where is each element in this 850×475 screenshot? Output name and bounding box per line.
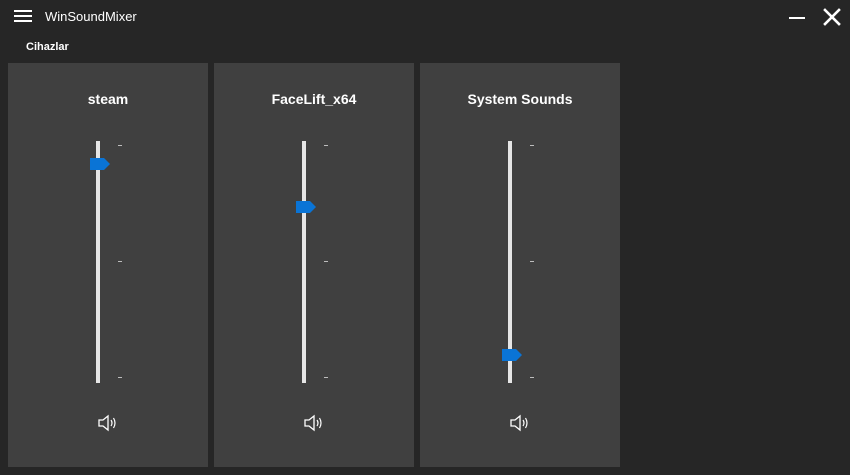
slider-tick (118, 261, 122, 262)
speaker-icon[interactable] (302, 413, 326, 433)
volume-slider[interactable] (500, 141, 540, 383)
close-icon[interactable] (820, 5, 844, 29)
devices-label: Cihazlar (26, 41, 69, 53)
slider-thumb[interactable] (296, 200, 316, 214)
channel-name: System Sounds (467, 91, 573, 107)
channel-panel-system-sounds: System Sounds (420, 63, 620, 467)
minimize-icon[interactable] (785, 5, 809, 29)
slider-track (302, 141, 306, 383)
slider-tick (118, 377, 122, 378)
slider-thumb[interactable] (502, 348, 522, 361)
slider-track (508, 141, 512, 383)
volume-slider[interactable] (294, 141, 334, 383)
slider-tick (530, 145, 534, 146)
slider-thumb[interactable] (90, 157, 110, 170)
channel-name: steam (87, 91, 129, 107)
slider-tick (530, 261, 534, 262)
channel-name: FaceLift_x64 (271, 91, 357, 107)
volume-slider[interactable] (88, 141, 128, 383)
slider-tick (118, 145, 122, 146)
app-title: WinSoundMixer (45, 9, 137, 24)
slider-track (96, 141, 100, 383)
slider-tick (324, 145, 328, 146)
channel-panel-facelift: FaceLift_x64 (214, 63, 414, 467)
speaker-icon[interactable] (96, 413, 120, 433)
slider-tick (324, 377, 328, 378)
slider-tick (324, 261, 328, 262)
speaker-icon[interactable] (508, 413, 532, 433)
hamburger-menu-icon[interactable] (14, 10, 32, 24)
slider-tick (530, 377, 534, 378)
title-bar: WinSoundMixer (0, 0, 850, 36)
channel-panel-steam: steam (8, 63, 208, 467)
